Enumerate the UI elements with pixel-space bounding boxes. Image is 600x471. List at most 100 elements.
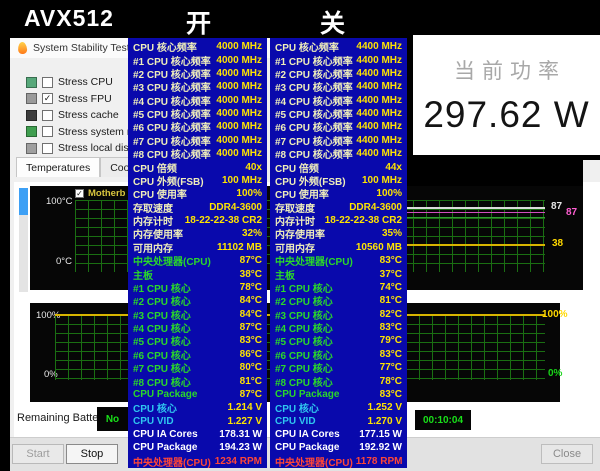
power-meter-window: 当前功率 297.62 W (413, 35, 600, 155)
sensor-value: 4400 MHz (356, 81, 402, 92)
stress-item[interactable]: Stress CPU (26, 74, 136, 91)
sensor-row: #3 CPU 核心82°C (270, 308, 407, 321)
motherboard-temp-trace (407, 244, 545, 246)
sensor-value: 74°C (380, 282, 402, 293)
sensor-value: 4000 MHz (216, 108, 262, 119)
sensor-label: CPU VID (275, 416, 316, 427)
sensor-label: #1 CPU 核心频率 (133, 53, 211, 66)
sensor-value: 100% (236, 188, 262, 199)
temp-value-label: 87 (566, 207, 577, 218)
sensor-row: #2 CPU 核心81°C (270, 294, 407, 307)
stress-item[interactable]: Stress system memo (26, 124, 136, 141)
sensor-row: #3 CPU 核心频率4000 MHz (128, 80, 267, 93)
sensor-value: 18-22-22-38 CR2 (325, 215, 402, 226)
scrollbar-thumb[interactable] (19, 188, 28, 215)
sensor-label: CPU 核心 (133, 401, 177, 414)
memory-icon (26, 126, 37, 137)
motherboard-checkbox[interactable]: ✓ (75, 189, 84, 198)
core-temp-trace (407, 217, 545, 218)
sensor-value: 4000 MHz (216, 68, 262, 79)
stress-checkbox[interactable] (42, 110, 53, 121)
sensor-label: #8 CPU 核心频率 (133, 147, 211, 160)
avx-on-heading: 开 (186, 4, 211, 40)
sensor-row: #1 CPU 核心频率 4000 MHz (128, 53, 267, 66)
power-meter-title: 当前功率 (413, 55, 600, 85)
sensor-row: 存取速度DDR4-3600 (270, 201, 407, 214)
sensor-value: 4400 MHz (356, 135, 402, 146)
sensor-value: 87°C (240, 389, 262, 400)
sensor-row: #6 CPU 核心86°C (128, 348, 267, 361)
sensor-value: 1178 RPM (356, 456, 403, 467)
stress-item[interactable]: Stress cache (26, 107, 136, 124)
disk-icon (26, 143, 37, 154)
sensor-row: CPU VID1.227 V (128, 415, 267, 428)
sensor-row: #1 CPU 核心 74°C (270, 281, 407, 294)
stress-item[interactable]: ✓Stress FPU (26, 91, 136, 108)
sensor-label: 内存计时 (275, 214, 315, 227)
cache-chip-icon (26, 110, 37, 121)
sensor-label: CPU 使用率 (133, 187, 187, 200)
sensor-label: #7 CPU 核心频率 (275, 134, 353, 147)
sensor-label: #1 CPU 核心 (275, 281, 333, 294)
close-button[interactable]: Close (541, 444, 593, 464)
sensor-label: #6 CPU 核心 (133, 348, 191, 361)
graph-scrollbar[interactable] (19, 188, 28, 292)
cpu-temp-trace (407, 207, 545, 209)
sensor-value: 77°C (380, 362, 402, 373)
stress-checkbox[interactable] (42, 77, 53, 88)
sensor-row: CPU IA Cores177.15 W (270, 428, 407, 441)
sensor-row: #6 CPU 核心频率4000 MHz (128, 120, 267, 133)
sensor-value: 87°C (240, 255, 262, 266)
sensor-row: #2 CPU 核心频率4000 MHz (128, 67, 267, 80)
sensor-row: #5 CPU 核心频率4000 MHz (128, 107, 267, 120)
stress-checkbox[interactable]: ✓ (42, 93, 53, 104)
sensor-row: #3 CPU 核心频率4400 MHz (270, 80, 407, 93)
sensor-value: 83°C (380, 349, 402, 360)
sensor-label: #1 CPU 核心频率 (275, 53, 353, 66)
sensor-label: 存取速度 (133, 201, 173, 214)
sensor-label: CPU 倍频 (133, 160, 177, 173)
sensor-row: #1 CPU 核心78°C (128, 281, 267, 294)
sensor-label: #2 CPU 核心 (275, 294, 333, 307)
sensor-row: CPU 核心1.252 V (270, 401, 407, 414)
sensor-value: 4400 MHz (356, 55, 402, 66)
sensor-row: CPU IA Cores178.31 W (128, 428, 267, 441)
stress-item[interactable]: Stress local disks (26, 140, 136, 157)
sensor-label: #2 CPU 核心频率 (275, 67, 353, 80)
sensor-value: 35% (382, 228, 402, 239)
tab-temperatures[interactable]: Temperatures (16, 157, 100, 177)
sensor-row: 内存使用率32% (128, 227, 267, 240)
sensor-value: 4000 MHz (216, 95, 262, 106)
battery-value: No (97, 407, 128, 431)
stop-button[interactable]: Stop (66, 444, 118, 464)
sensor-label: CPU VID (133, 416, 174, 427)
temp-value-label: 87 (551, 201, 562, 212)
sensor-value: DDR4-3600 (209, 202, 262, 213)
sensor-row: #8 CPU 核心频率4000 MHz (128, 147, 267, 160)
sensor-value: 192.92 W (359, 442, 402, 453)
sensor-row: 中央处理器(CPU)87°C (128, 254, 267, 267)
stress-checkbox[interactable] (42, 126, 53, 137)
sensor-label: #4 CPU 核心频率 (133, 94, 211, 107)
sensor-label: 内存计时 (133, 214, 173, 227)
sensor-value: 4000 MHz (216, 55, 262, 66)
stress-checkbox[interactable] (42, 143, 53, 154)
sensor-label: #8 CPU 核心 (133, 374, 191, 387)
sensor-label: #3 CPU 核心 (275, 308, 333, 321)
sensor-value: 18-22-22-38 CR2 (185, 215, 262, 226)
cpu-chip-icon (26, 77, 37, 88)
start-button[interactable]: Start (12, 444, 64, 464)
sensor-value: DDR4-3600 (349, 202, 402, 213)
sensor-label: 可用内存 (275, 241, 315, 254)
sensor-label: #7 CPU 核心频率 (133, 134, 211, 147)
avx-off-heading: 关 (320, 4, 345, 40)
sensor-value: 178.31 W (219, 429, 262, 440)
sensor-label: #4 CPU 核心频率 (275, 94, 353, 107)
sensor-label: 内存使用率 (275, 227, 325, 240)
sensor-label: #5 CPU 核心 (275, 334, 333, 347)
sensor-row: #4 CPU 核心频率 4000 MHz (128, 94, 267, 107)
sensor-row: CPU Package83°C (270, 388, 407, 401)
sensor-value: 4400 MHz (356, 148, 402, 159)
sensor-label: CPU Package (133, 389, 197, 400)
sensor-row: CPU Package 87°C (128, 388, 267, 401)
